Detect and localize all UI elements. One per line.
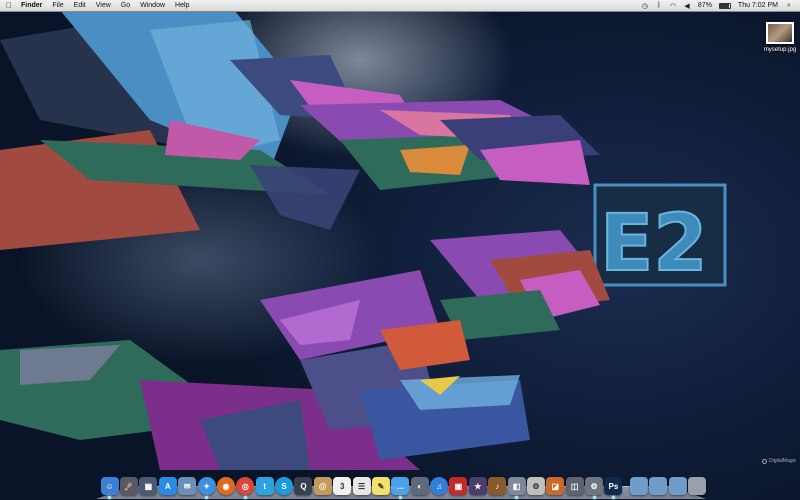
dock-item[interactable]: ◫ [565,477,584,495]
desktop-background: E2 [0,0,800,500]
dock-item[interactable]: ✦ [197,477,216,499]
dock-item[interactable]: ☺ [100,477,119,499]
dock-item[interactable]: … [391,477,410,499]
spotlight-icon[interactable]: ⌕ [782,2,796,10]
time-machine-icon[interactable]: ◷ [638,2,652,10]
menu-app-name[interactable]: Finder [16,0,47,11]
running-indicator [611,496,615,499]
menu-view[interactable]: View [91,0,116,11]
imovie-icon[interactable]: ★ [468,477,487,495]
running-indicator [592,496,596,499]
system-preferences-icon[interactable]: ⚙ [585,477,604,495]
dock-item[interactable]: ✉ [178,477,197,495]
status-area: ◷ ᛒ ◠ ◀ 87% Thu 7:02 PM ⌕ [638,2,800,10]
dock-item[interactable] [687,477,706,495]
calendar-icon[interactable]: 3 [333,477,352,495]
facetime-icon[interactable]: ◐ [410,477,429,495]
dock-item[interactable]: t [255,477,274,495]
documents-folder-icon[interactable] [649,477,668,495]
battery-icon[interactable] [718,2,731,9]
watermark-logo-icon [762,458,767,464]
address-book-icon[interactable]: @ [313,477,332,495]
app-store-icon[interactable]: A [158,477,177,495]
quicktime-icon[interactable]: Q [294,477,313,495]
dock-item[interactable] [668,477,687,495]
chrome-icon[interactable]: ◎ [236,477,255,495]
file-thumbnail[interactable] [766,22,794,44]
menu-edit[interactable]: Edit [69,0,91,11]
menu-window[interactable]: Window [135,0,170,11]
downloads-folder-icon[interactable] [668,477,687,495]
messages-icon[interactable]: … [391,477,410,495]
dock-item[interactable]: Ps [604,477,623,499]
menu-clock[interactable]: Thu 7:02 PM [734,2,782,9]
dock-item[interactable]: ✎ [371,477,390,495]
menu-go[interactable]: Go [116,0,135,11]
applications-folder-icon[interactable] [629,477,648,495]
running-indicator [398,496,402,499]
dock-item[interactable]: ★ [468,477,487,495]
running-indicator [243,496,247,499]
battery-percent[interactable]: 87% [694,2,716,9]
dock-item[interactable]: S [274,477,294,495]
dock-item[interactable]: ▦ [139,477,158,495]
image-capture-icon[interactable]: ◫ [565,477,584,495]
safari-icon[interactable]: ✦ [197,477,216,495]
volume-icon[interactable]: ◀ [680,2,694,10]
launchpad-icon[interactable]: 🚀 [120,477,139,495]
twitter-icon[interactable]: t [255,477,274,495]
finder-icon[interactable]: ☺ [100,477,119,495]
bluetooth-icon[interactable]: ᛒ [652,2,666,9]
dock-item[interactable]: @ [313,477,332,495]
dock-item[interactable]: ▣ [449,477,468,495]
reminders-icon[interactable]: ☰ [352,477,371,495]
dock-item[interactable]: ◉ [216,477,235,495]
preview-icon[interactable]: ◧ [507,477,526,495]
menu-help[interactable]: Help [170,0,194,11]
dock-item[interactable]: ☰ [352,477,371,495]
mail-icon[interactable]: ✉ [178,477,197,495]
dock-item[interactable]: ⚙ [526,477,545,495]
wifi-icon[interactable]: ◠ [666,2,680,10]
trash-icon[interactable] [687,477,706,495]
skype-icon[interactable]: S [275,477,294,495]
photo-booth-icon[interactable]: ▣ [449,477,468,495]
dock-item[interactable]: ♫ [429,477,449,495]
dock-item[interactable]: ⚙ [584,477,604,499]
photo-app-icon[interactable]: ◪ [546,477,565,495]
itunes-icon[interactable]: ♫ [430,477,449,495]
photoshop-icon[interactable]: Ps [604,477,623,495]
dock-item[interactable]: ◪ [546,477,565,495]
wallpaper-watermark: DigitalMagic [762,458,796,464]
dock-item[interactable]: ♪ [488,477,507,495]
watermark-text: DigitalMagic [769,458,797,464]
dock-item[interactable]: 🚀 [119,477,139,495]
dock-item[interactable]: ◧ [507,477,526,499]
menu-file[interactable]: File [47,0,68,11]
dock-item[interactable] [649,477,668,495]
desktop-file-mysetup[interactable]: mysetup.jpg [760,22,800,53]
firefox-icon[interactable]: ◉ [216,477,235,495]
dock-item[interactable]: ◎ [236,477,255,499]
file-label[interactable]: mysetup.jpg [760,47,800,53]
mission-control-icon[interactable]: ▦ [139,477,158,495]
dock-item[interactable]: A [158,477,177,495]
dock-item[interactable] [629,477,648,495]
garageband-icon[interactable]: ♪ [488,477,507,495]
svg-text:E2: E2 [600,199,708,289]
dock-item[interactable]: Q [294,477,313,495]
notes-icon[interactable]: ✎ [371,477,390,495]
dock-item[interactable]: ◐ [410,477,429,495]
dock-item[interactable]: 3 [333,477,352,495]
menu-bar:  Finder File Edit View Go Window Help ◷… [0,0,800,12]
automator-icon[interactable]: ⚙ [526,477,545,495]
battery-fill [719,3,729,8]
abstract-wallpaper: E2 [0,5,727,470]
apple-icon[interactable]:  [2,1,16,10]
dock: ☺ 🚀 ▦ A ✉ ✦ ◉ ◎ t S Q @3 ☰ ✎… ◐ ♫ ▣ ★ ♪ ◧ ⚙ ◪ ◫ ⚙ Ps [100,473,706,499]
